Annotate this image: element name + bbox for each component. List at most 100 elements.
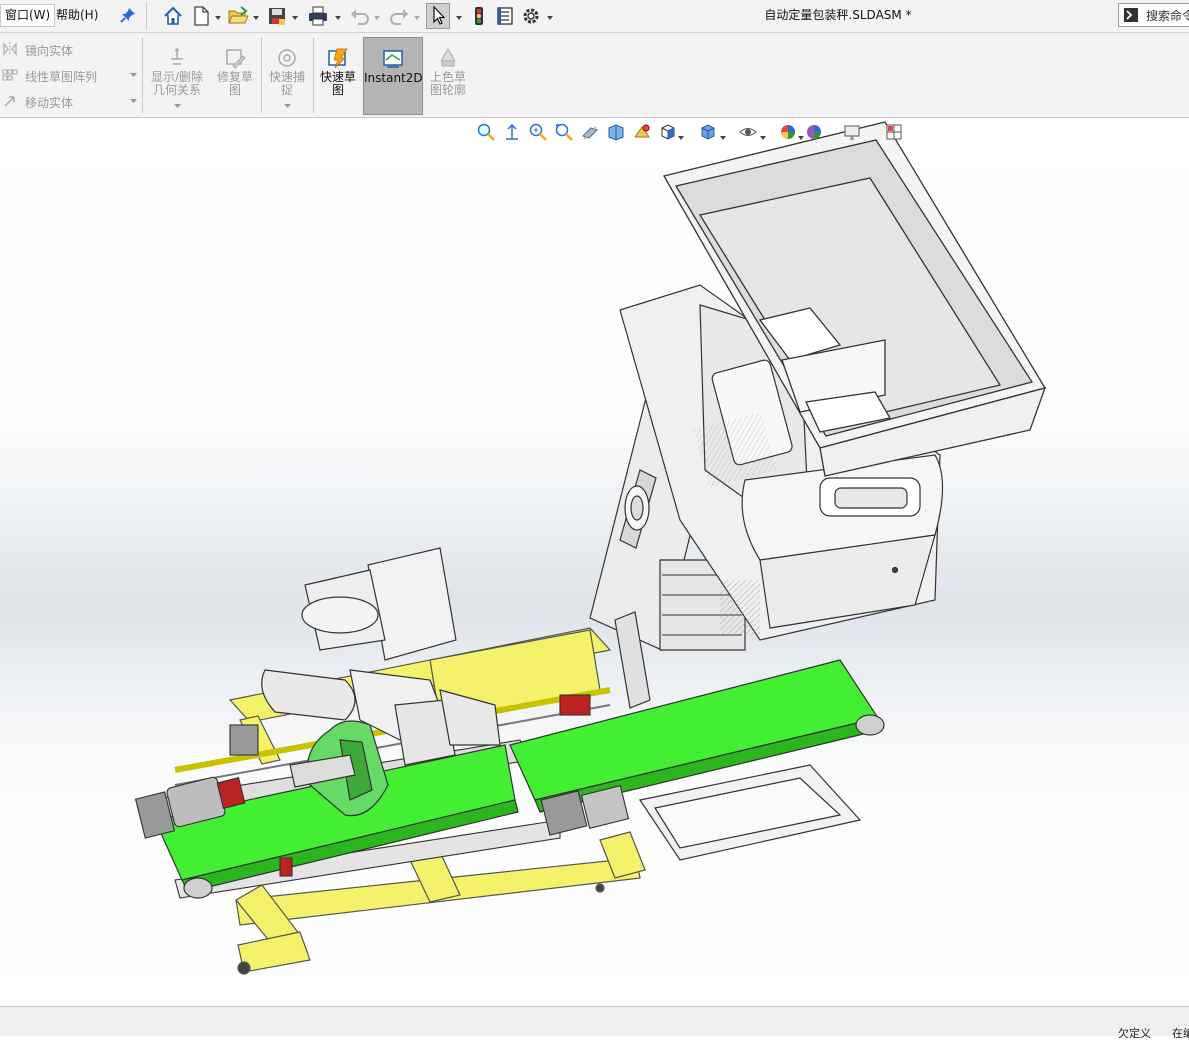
previous-view-button[interactable] bbox=[554, 122, 574, 142]
relations-icon bbox=[171, 48, 183, 65]
linear-pattern-icon bbox=[2, 69, 18, 81]
instant2d-icon bbox=[383, 50, 403, 68]
view-settings-button[interactable] bbox=[842, 122, 862, 142]
shaded-contours-icon bbox=[440, 48, 456, 67]
view-cube-icon bbox=[661, 124, 675, 140]
previous-view-icon bbox=[555, 123, 573, 141]
pin-icon[interactable] bbox=[120, 7, 136, 23]
move-entity-label: 移动实体 bbox=[25, 96, 74, 110]
rapid-sketch-icon bbox=[328, 48, 348, 69]
mirror-icon bbox=[3, 42, 17, 56]
select-button[interactable] bbox=[426, 3, 450, 29]
ribbon-separator bbox=[142, 37, 143, 113]
menu-help[interactable]: 帮助(H) bbox=[52, 5, 102, 26]
repair-sketch-icon bbox=[226, 49, 246, 69]
traffic-light-icon bbox=[475, 7, 483, 25]
assembly-model[interactable] bbox=[0, 118, 1189, 1006]
print-icon bbox=[309, 6, 327, 26]
zoom-to-fit-button[interactable] bbox=[476, 122, 496, 142]
redo-icon bbox=[390, 9, 408, 25]
undo-button[interactable] bbox=[349, 5, 371, 27]
chevron-down-icon[interactable] bbox=[284, 103, 291, 109]
options-button[interactable] bbox=[520, 5, 542, 27]
save-button[interactable] bbox=[266, 5, 288, 27]
rebuild-button[interactable] bbox=[468, 5, 490, 27]
monitor-icon bbox=[844, 125, 860, 140]
view-orientation-up-button[interactable] bbox=[502, 122, 522, 142]
zoom-area-icon bbox=[529, 123, 547, 141]
hide-show-items-button[interactable] bbox=[738, 122, 758, 142]
select-dropdown-arrow[interactable] bbox=[455, 11, 463, 20]
search-command-icon bbox=[1123, 7, 1139, 23]
instant2d-button[interactable]: Instant2D bbox=[363, 37, 423, 115]
linear-sketch-pattern-label: 线性草图阵列 bbox=[25, 70, 98, 84]
rapid-sketch-button[interactable]: 快速草 图 bbox=[315, 37, 361, 113]
print-dropdown-arrow[interactable] bbox=[334, 11, 342, 20]
status-bar: 欠定义 在编 bbox=[0, 1006, 1189, 1040]
undo-dropdown-arrow[interactable] bbox=[373, 11, 381, 20]
display-style-icon bbox=[701, 124, 715, 140]
new-dropdown-arrow[interactable] bbox=[214, 11, 222, 20]
viewport-layout-icon bbox=[886, 124, 902, 140]
repair-sketch-label: 修复草 图 bbox=[216, 70, 253, 97]
section-view-button[interactable] bbox=[580, 122, 600, 142]
options-gear-icon bbox=[523, 8, 539, 24]
save-dropdown-arrow[interactable] bbox=[291, 11, 299, 20]
open-button[interactable] bbox=[227, 5, 249, 27]
redo-dropdown-arrow[interactable] bbox=[413, 11, 421, 20]
viewport-layout-button[interactable] bbox=[884, 122, 904, 142]
appearance-edit-button[interactable] bbox=[632, 122, 652, 142]
move-entity-button[interactable]: 移动实体 bbox=[0, 91, 140, 111]
display-style-dropdown[interactable] bbox=[720, 130, 726, 140]
undo-icon bbox=[351, 9, 369, 25]
open-dropdown-arrow[interactable] bbox=[252, 11, 260, 20]
repair-sketch-button[interactable]: 修复草 图 bbox=[210, 37, 260, 113]
graphics-area[interactable] bbox=[0, 118, 1189, 1006]
document-title: 自动定量包装秤.SLDASM * bbox=[764, 8, 912, 22]
search-commands-box[interactable]: 搜索命令 bbox=[1118, 3, 1189, 27]
display-style-button[interactable] bbox=[698, 122, 718, 142]
toolbar-separator bbox=[146, 2, 147, 30]
zoom-fit-icon bbox=[477, 123, 495, 141]
view-orientation-dropdown[interactable] bbox=[678, 130, 684, 140]
linear-sketch-pattern-button[interactable]: 线性草图阵列 bbox=[0, 65, 140, 85]
file-properties-button[interactable] bbox=[494, 5, 516, 27]
command-manager: 镜向实体 线性草图阵列 移动实体 显示/删除 几何关系 修复草 图 快速捕 捉 … bbox=[0, 33, 1189, 118]
rapid-sketch-label: 快速草 图 bbox=[319, 70, 356, 97]
perpendicular-arrow-icon bbox=[506, 123, 518, 140]
open-folder-icon bbox=[228, 6, 249, 24]
move-arrow-icon bbox=[4, 96, 15, 107]
ribbon-separator bbox=[261, 37, 262, 113]
new-document-icon bbox=[194, 6, 209, 26]
select-arrow-icon bbox=[433, 5, 446, 25]
scene-ball-icon bbox=[807, 125, 821, 139]
chevron-down-icon[interactable] bbox=[130, 98, 137, 104]
show-delete-relations-button[interactable]: 显示/删除 几何关系 bbox=[146, 37, 208, 113]
quick-snaps-button[interactable]: 快速捕 捉 bbox=[263, 37, 311, 113]
mirror-entity-button[interactable]: 镜向实体 bbox=[0, 39, 140, 59]
edit-appearance-button[interactable] bbox=[778, 122, 798, 142]
instant2d-label: Instant2D bbox=[364, 71, 423, 85]
apply-scene-button[interactable] bbox=[804, 122, 824, 142]
redo-button[interactable] bbox=[388, 5, 410, 27]
view-orientation-button[interactable] bbox=[658, 122, 678, 142]
ribbon-separator bbox=[313, 37, 314, 113]
section-view-icon bbox=[582, 126, 598, 140]
zoom-to-area-button[interactable] bbox=[528, 122, 548, 142]
chevron-down-icon[interactable] bbox=[130, 72, 137, 78]
menu-window[interactable]: 窗口(W) bbox=[0, 4, 56, 27]
chevron-down-icon[interactable] bbox=[174, 103, 181, 109]
options-dropdown-arrow[interactable] bbox=[546, 11, 554, 20]
dynamic-annotation-button[interactable] bbox=[606, 122, 626, 142]
annotation-views-icon bbox=[608, 124, 624, 141]
new-document-button[interactable] bbox=[190, 5, 212, 27]
shaded-sketch-contours-button[interactable]: 上色草 图轮廓 bbox=[425, 37, 471, 113]
heads-up-view-toolbar bbox=[476, 122, 906, 144]
shaded-sketch-contours-label: 上色草 图轮廓 bbox=[429, 70, 466, 97]
home-button[interactable] bbox=[162, 5, 184, 27]
file-properties-icon bbox=[497, 7, 513, 25]
quick-snaps-label: 快速捕 捉 bbox=[268, 70, 305, 97]
hide-show-dropdown[interactable] bbox=[760, 130, 766, 140]
home-icon bbox=[164, 6, 182, 25]
print-button[interactable] bbox=[307, 5, 329, 27]
